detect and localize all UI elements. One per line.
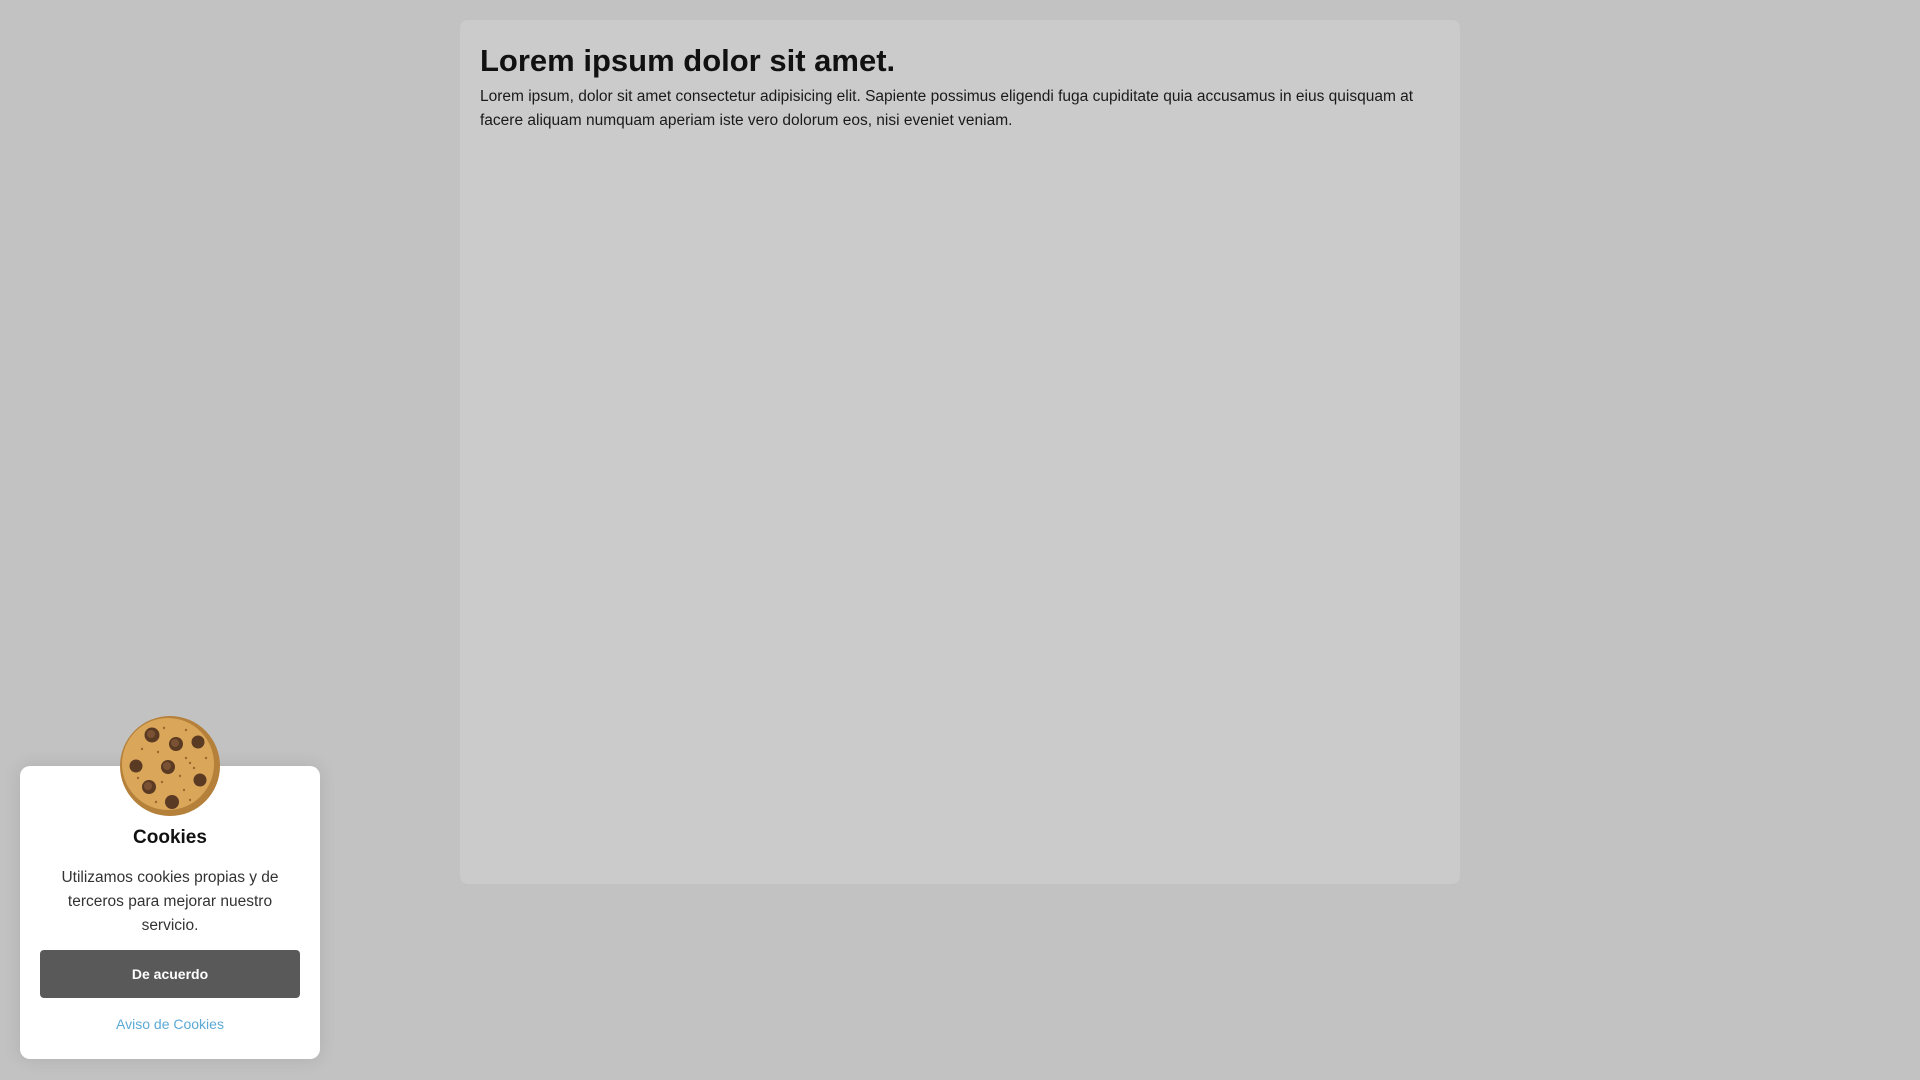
article-body: Lorem ipsum, dolor sit amet consectetur … [480,87,1414,129]
cookie-title: Cookies [133,827,207,848]
content-card: Lorem ipsum dolor sit amet. Lorem ipsum,… [460,20,1460,884]
cookie-message: Utilizamos cookies propias y de terceros… [61,869,279,934]
cookie-notice-link[interactable]: Aviso de Cookies [116,1016,224,1032]
accept-cookies-button[interactable]: De acuerdo [40,950,300,998]
page-title: Lorem ipsum dolor sit amet. [480,43,896,78]
cookie-icon [120,716,220,816]
